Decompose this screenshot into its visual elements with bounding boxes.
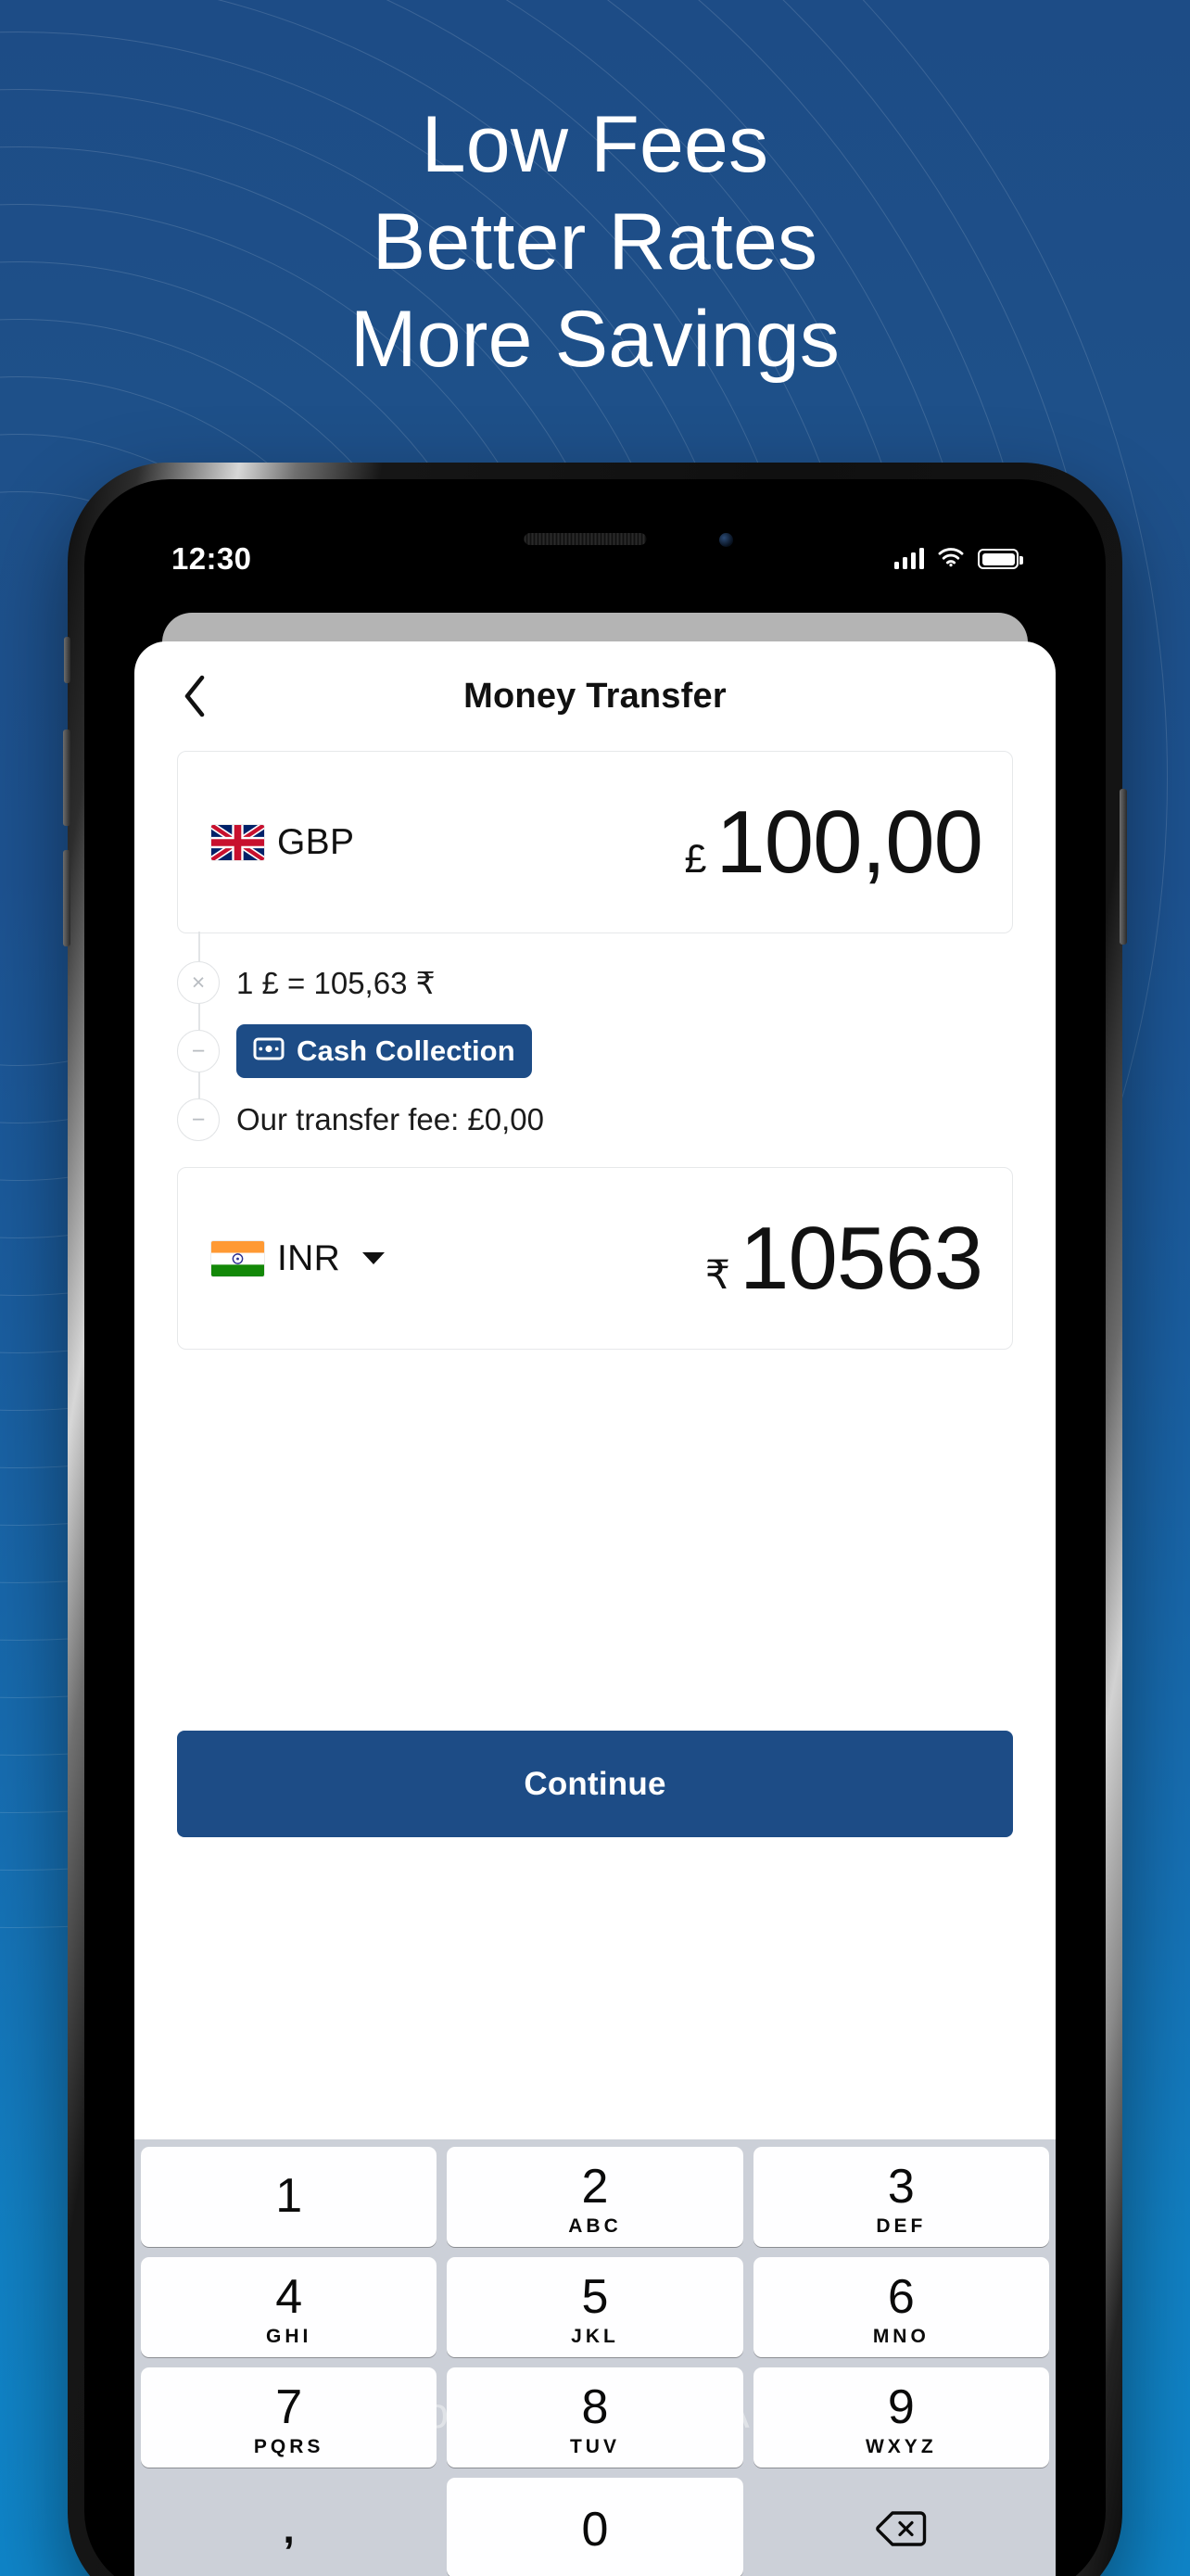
headline-line-1: Low Fees (421, 100, 769, 189)
notch (396, 509, 794, 577)
minus-icon: − (177, 1030, 220, 1072)
key-digit: 2 (581, 2159, 609, 2214)
key-digit: 7 (275, 2379, 303, 2434)
page-title: Money Transfer (463, 676, 727, 716)
send-amount[interactable]: £ 100,00 (684, 792, 983, 892)
caret-down-icon[interactable] (362, 1252, 386, 1264)
transfer-details: × 1 £ = 105,63 ₹ − Cash Collection − Our… (177, 932, 1013, 1154)
key-digit: 8 (581, 2379, 609, 2434)
backspace-delete-icon (875, 2509, 927, 2551)
volume-up-button[interactable] (63, 730, 70, 826)
receive-currency-symbol: ₹ (704, 1252, 731, 1298)
phone-mockup: 12:30 Money Transfer GBP £ 100,00 × 1 £ … (63, 463, 1127, 2576)
battery-full-icon (978, 549, 1023, 569)
volume-down-button[interactable] (63, 850, 70, 946)
flag-gb-icon (211, 824, 264, 860)
cellular-bars-icon (893, 548, 924, 569)
minus-icon: − (177, 1098, 220, 1141)
cash-collection-label: Cash Collection (297, 1034, 515, 1067)
key-letters: PQRS (253, 2435, 324, 2457)
phone-screen: 12:30 Money Transfer GBP £ 100,00 × 1 £ … (114, 509, 1076, 2576)
receive-amount[interactable]: ₹ 10563 (704, 1208, 983, 1308)
receive-amount-card[interactable]: INR ₹ 10563 (177, 1167, 1013, 1350)
key-digit: 6 (887, 2269, 915, 2324)
key-digit: 4 (275, 2269, 303, 2324)
transfer-fee-text: Our transfer fee: £0,00 (236, 1102, 545, 1136)
front-camera-icon (719, 533, 733, 547)
receive-currency-selector[interactable]: INR (211, 1237, 386, 1279)
key-8[interactable]: 8 TUV (447, 2367, 743, 2468)
key-1[interactable]: 1 (141, 2147, 437, 2247)
key-comma[interactable]: , (141, 2478, 437, 2576)
send-currency-symbol: £ (684, 836, 707, 882)
mute-switch[interactable] (64, 637, 70, 683)
send-amount-value: 100,00 (715, 792, 983, 892)
key-2[interactable]: 2 ABC (447, 2147, 743, 2247)
key-letters: ABC (568, 2214, 622, 2237)
key-5[interactable]: 5 JKL (447, 2257, 743, 2357)
earpiece-speaker-icon (524, 533, 647, 545)
send-amount-card[interactable]: GBP £ 100,00 (177, 751, 1013, 933)
key-digit: 9 (887, 2379, 915, 2434)
flag-in-icon (211, 1240, 264, 1276)
key-digit: 1 (275, 2169, 303, 2223)
key-4[interactable]: 4 GHI (141, 2257, 437, 2357)
exchange-rate-text: 1 £ = 105,63 ₹ (236, 965, 436, 1000)
send-currency-selector[interactable]: GBP (211, 822, 354, 863)
detail-row-rate: × 1 £ = 105,63 ₹ (177, 948, 1013, 1017)
detail-row-fee: − Our transfer fee: £0,00 (177, 1085, 1013, 1154)
app-header: Money Transfer (134, 641, 1056, 751)
detail-row-delivery: − Cash Collection (177, 1017, 1013, 1085)
key-3[interactable]: 3 DEF (753, 2147, 1049, 2247)
key-digit: , (283, 2506, 295, 2552)
key-7[interactable]: 7 PQRS (141, 2367, 437, 2468)
receive-amount-value: 10563 (740, 1208, 983, 1308)
keypad-row: 4 GHI 5 JKL 6 MNO (141, 2257, 1049, 2357)
key-6[interactable]: 6 MNO (753, 2257, 1049, 2357)
key-digit: 3 (887, 2159, 915, 2214)
wifi-icon (938, 547, 964, 572)
status-clock: 12:30 (171, 541, 252, 576)
status-icons (893, 547, 1023, 572)
key-letters: TUV (569, 2435, 620, 2457)
phone-bezel: 12:30 Money Transfer GBP £ 100,00 × 1 £ … (84, 479, 1106, 2576)
key-backspace[interactable] (753, 2478, 1049, 2576)
key-9[interactable]: 9 WXYZ (753, 2367, 1049, 2468)
keypad-row: 1 2 ABC 3 DEF (141, 2147, 1049, 2247)
headline-line-3: More Savings (349, 294, 841, 384)
key-letters: JKL (571, 2325, 619, 2347)
keypad-row: , 0 (141, 2478, 1049, 2576)
key-letters: WXYZ (865, 2435, 937, 2457)
key-letters: DEF (876, 2214, 927, 2237)
headline-line-2: Better Rates (372, 197, 818, 286)
send-currency-code: GBP (277, 821, 355, 862)
continue-button[interactable]: Continue (177, 1731, 1013, 1837)
receive-currency-code: INR (277, 1237, 341, 1278)
cash-collection-badge[interactable]: Cash Collection (236, 1024, 532, 1078)
key-letters: GHI (265, 2325, 312, 2347)
numeric-keypad: Money Transfer App 1 2 ABC 3 DEF (134, 2139, 1056, 2576)
banknote-icon (253, 1034, 285, 1068)
key-0[interactable]: 0 (447, 2478, 743, 2576)
promo-headline: Low Fees Better Rates More Savings (0, 96, 1190, 388)
key-letters: MNO (872, 2325, 930, 2347)
multiply-icon: × (177, 961, 220, 1004)
key-digit: 0 (581, 2503, 609, 2557)
key-digit: 5 (581, 2269, 609, 2324)
keypad-row: 7 PQRS 8 TUV 9 WXYZ (141, 2367, 1049, 2468)
money-transfer-sheet: Money Transfer GBP £ 100,00 × 1 £ = 105,… (134, 641, 1056, 2576)
power-button[interactable] (1120, 789, 1127, 945)
